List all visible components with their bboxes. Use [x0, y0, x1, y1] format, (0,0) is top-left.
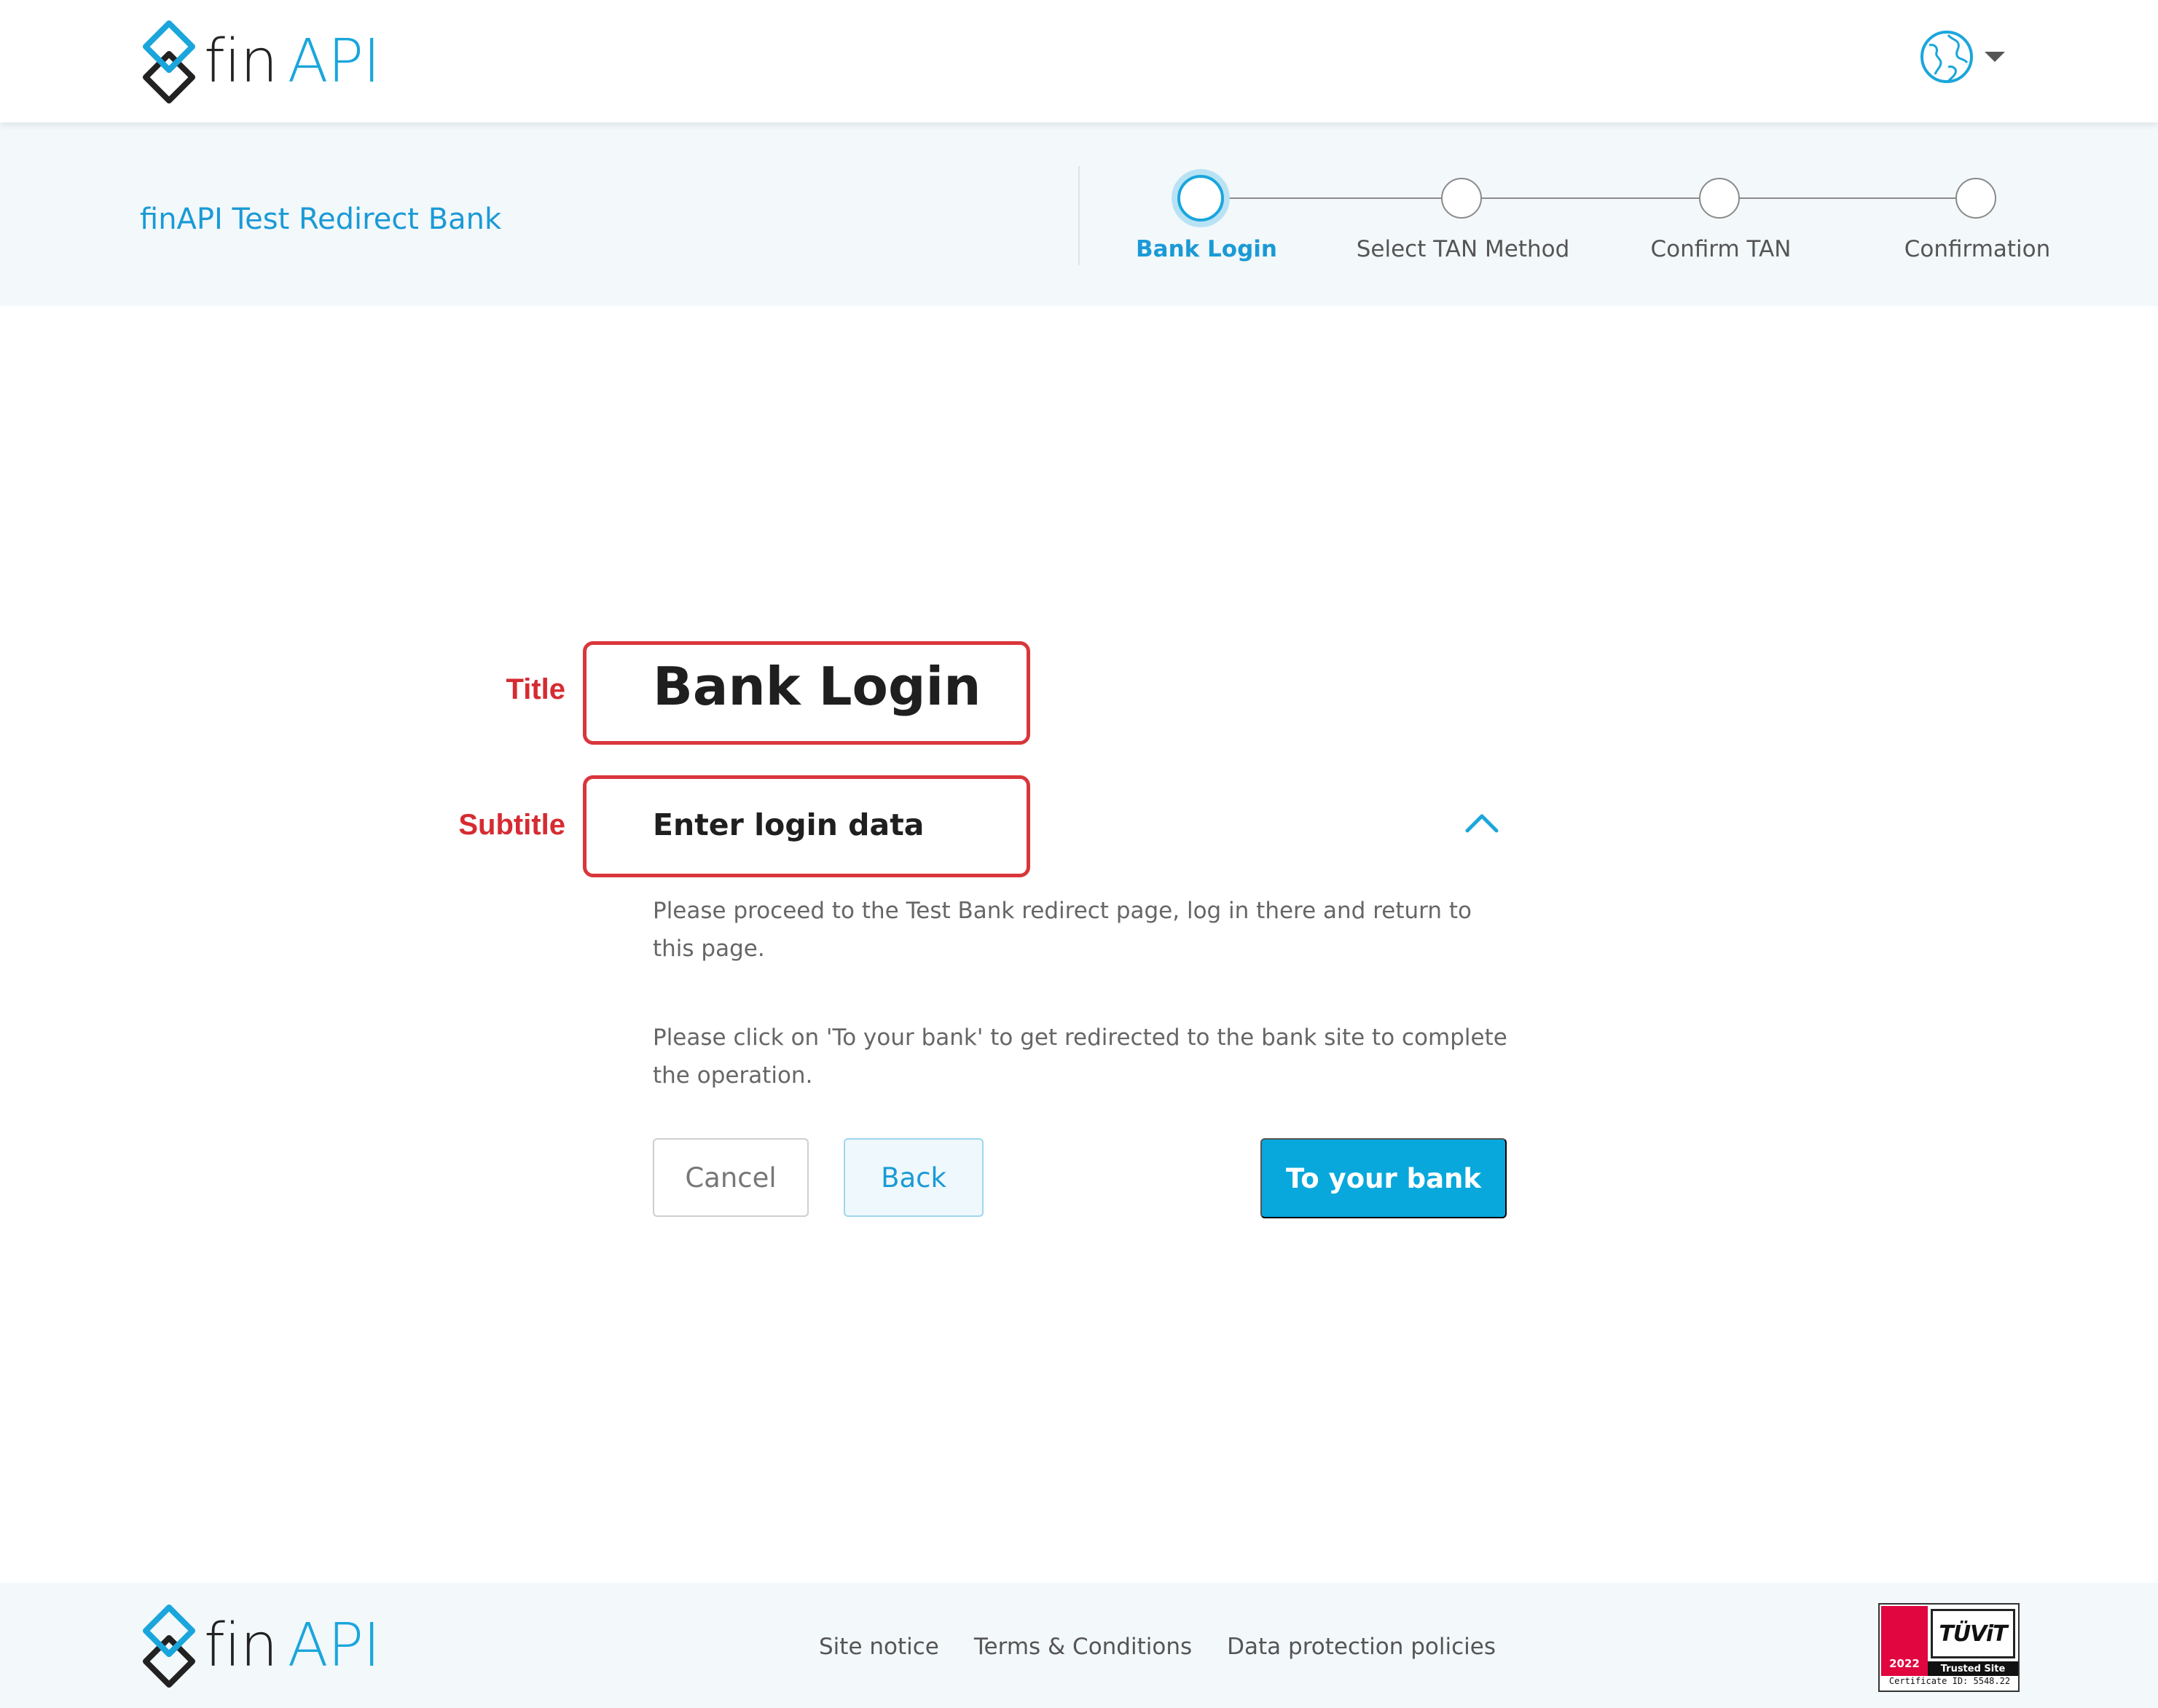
- finapi-logo-mark-icon: [143, 20, 195, 103]
- step-label-confirmation: Confirmation: [1904, 236, 2051, 262]
- bank-info-bar: finAPI Test Redirect Bank Bank Login Sel…: [0, 122, 2158, 306]
- step-label-bank-login: Bank Login: [1136, 236, 1277, 262]
- collapse-section-button[interactable]: [1459, 806, 1505, 841]
- seal-band: Trusted Site: [1928, 1661, 2018, 1676]
- cancel-button[interactable]: Cancel: [653, 1138, 809, 1217]
- step-dot-bank-login: [1177, 175, 1224, 222]
- caret-down-icon: [1985, 52, 2005, 62]
- finapi-logo-mark-icon: [143, 1605, 195, 1688]
- page-title: Bank Login: [653, 656, 981, 717]
- top-header: fin API: [0, 0, 2158, 122]
- to-your-bank-button[interactable]: To your bank: [1260, 1138, 1507, 1218]
- finapi-logo[interactable]: fin API: [138, 19, 380, 105]
- footer-link-data-protection[interactable]: Data protection policies: [1227, 1634, 1496, 1660]
- step-label-select-tan-method: Select TAN Method: [1356, 236, 1570, 262]
- step-label-confirm-tan: Confirm TAN: [1650, 236, 1792, 262]
- page-footer: fin API Site notice Terms & Conditions D…: [0, 1583, 2158, 1708]
- globe-icon: [1920, 31, 1973, 83]
- seal-brand: TÜViT: [1939, 1621, 2007, 1647]
- step-dot-confirmation: [1955, 178, 1996, 219]
- instruction-text-2: Please click on 'To your bank' to get re…: [653, 1025, 1507, 1089]
- logo-text-api: API: [287, 27, 381, 96]
- progress-stepper: Bank Login Select TAN Method Confirm TAN…: [1078, 122, 2158, 306]
- step-connector: [1206, 197, 1441, 199]
- logo-text-api: API: [287, 1611, 381, 1680]
- language-selector[interactable]: [1919, 29, 2005, 85]
- section-subtitle: Enter login data: [653, 807, 925, 842]
- logo-text-fin: fin: [204, 1611, 278, 1680]
- seal-certificate-id: Certificate ID: 5548.22: [1888, 1676, 2011, 1686]
- step-connector: [1482, 197, 1700, 199]
- logo-text-fin: fin: [204, 27, 278, 96]
- footer-finapi-logo[interactable]: fin API: [138, 1603, 380, 1689]
- seal-brand-box: TÜViT: [1931, 1609, 2015, 1658]
- annotation-subtitle-label: Subtitle: [458, 809, 565, 841]
- step-dot-select-tan-method: [1441, 178, 1482, 219]
- annotation-title-label: Title: [506, 673, 565, 705]
- instruction-text-1: Please proceed to the Test Bank redirect…: [653, 898, 1472, 962]
- seal-year: 2022: [1889, 1657, 1920, 1670]
- tuvit-trusted-site-seal[interactable]: 2022 TÜViT Trusted Site Certificate ID: …: [1878, 1603, 2020, 1692]
- footer-link-terms-conditions[interactable]: Terms & Conditions: [974, 1634, 1192, 1660]
- bank-name: finAPI Test Redirect Bank: [140, 203, 502, 236]
- footer-link-site-notice[interactable]: Site notice: [819, 1634, 939, 1660]
- chevron-up-icon: [1465, 814, 1499, 833]
- step-connector: [1740, 197, 1957, 199]
- step-dot-confirm-tan: [1699, 178, 1740, 219]
- back-button[interactable]: Back: [844, 1138, 984, 1217]
- footer-links: Site notice Terms & Conditions Data prot…: [819, 1634, 1531, 1660]
